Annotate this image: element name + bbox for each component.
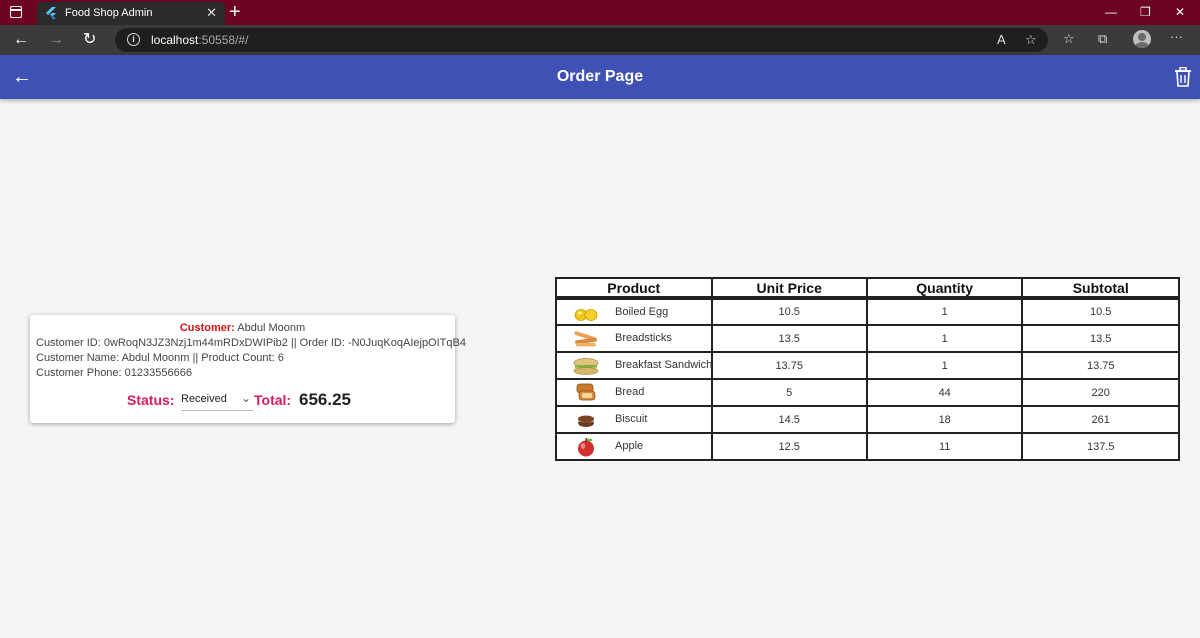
bread-icon [576,383,596,401]
product-cell: Apple [555,432,713,461]
chevron-down-icon: ⌄ [240,391,251,405]
boiled-egg-icon [574,308,598,321]
sandwich-icon [573,358,599,375]
tab-title: Food Shop Admin [65,7,153,19]
product-name: Bread [615,386,645,398]
name-count-line: Customer Name: Abdul Moonm || Product Co… [36,352,284,364]
quantity-cell: 1 [865,351,1024,380]
subtotal-cell: 220 [1021,378,1180,407]
address-bar[interactable]: i localhost:50558/#/ A ☆ [115,28,1048,52]
window-menu-icon[interactable] [10,6,22,18]
table-row: Boiled Egg 10.5 1 10.5 [555,297,1180,326]
add-favorite-icon[interactable]: ☆ [1025,31,1037,49]
customer-name: Abdul Moonm [237,322,306,334]
customer-line: Customer: Abdul Moonm [30,321,455,335]
header-quantity: Quantity [865,277,1024,299]
unit-price-cell: 13.75 [710,351,868,380]
product-cell: Breakfast Sandwich [555,351,713,380]
browser-back-icon[interactable]: ← [13,31,29,49]
minimize-icon[interactable]: — [1105,4,1117,20]
subtotal-cell: 10.5 [1021,297,1180,326]
table-row: Bread 5 44 220 [555,378,1180,407]
product-cell: Breadsticks [555,324,713,353]
quantity-cell: 11 [865,432,1024,461]
read-aloud-icon[interactable]: A [997,31,1006,49]
subtotal-cell: 13.5 [1021,324,1180,353]
product-name: Biscuit [615,413,648,425]
app-bar: ← Order Page [0,55,1200,99]
page-title: Order Page [556,68,644,85]
subtotal-cell: 13.75 [1021,351,1180,380]
table-row: Apple 12.5 11 137.5 [555,432,1180,461]
quantity-cell: 1 [865,297,1024,326]
tab-close-icon[interactable]: ✕ [206,5,217,21]
apple-icon [578,438,594,457]
product-cell: Biscuit [555,405,713,434]
table-row: Breadsticks 13.5 1 13.5 [555,324,1180,353]
order-items-table: Product Unit Price Quantity Subtotal Boi… [555,277,1180,461]
refresh-icon[interactable]: ↻ [83,31,96,49]
favorites-icon[interactable]: ☆ [1063,30,1075,48]
total-label: Total: [254,392,292,408]
product-name: Apple [615,440,644,452]
subtotal-cell: 137.5 [1021,432,1180,461]
total-value: 656.25 [299,390,351,409]
url-text[interactable]: localhost:50558/#/ [151,33,248,47]
product-name: Breadsticks [615,332,672,344]
breadsticks-icon [574,331,597,347]
delete-icon[interactable] [1174,67,1192,87]
browser-tab[interactable]: Food Shop Admin ✕ [37,2,225,25]
quantity-cell: 18 [865,405,1024,434]
product-cell: Bread [555,378,713,407]
collections-icon[interactable]: ⧉ [1098,30,1107,48]
quantity-cell: 1 [865,324,1024,353]
browser-forward-icon[interactable]: → [48,31,64,49]
id-line: Customer ID: 0wRoqN3JZ3Nzj1m44mRDxDWIPib… [36,337,466,349]
close-window-icon[interactable]: ✕ [1175,4,1185,20]
unit-price-cell: 12.5 [710,432,868,461]
header-unit-price: Unit Price [710,277,868,299]
phone-line: Customer Phone: 01233556666 [36,367,192,379]
status-dropdown[interactable]: Received ⌄ [181,390,253,411]
product-cell: Boiled Egg [555,297,713,326]
restore-icon[interactable]: ❐ [1140,4,1151,20]
unit-price-cell: 13.5 [710,324,868,353]
more-icon[interactable]: ··· [1170,28,1183,46]
unit-price-cell: 10.5 [710,297,868,326]
browser-toolbar: ← → ↻ i localhost:50558/#/ A ☆ ☆ ⧉ ··· [0,25,1200,55]
status-value: Received [181,393,227,405]
subtotal-cell: 261 [1021,405,1180,434]
customer-label: Customer: [179,322,235,334]
browser-tab-bar: Food Shop Admin ✕ + — ❐ ✕ [0,0,1200,25]
table-row: Breakfast Sandwich 13.75 1 13.75 [555,351,1180,380]
header-product: Product [555,277,713,299]
biscuit-icon [578,415,594,427]
status-label: Status: [127,392,175,408]
new-tab-icon[interactable]: + [229,1,241,23]
table-row: Biscuit 14.5 18 261 [555,405,1180,434]
product-name: Breakfast Sandwich [615,359,713,371]
unit-price-cell: 14.5 [710,405,868,434]
flutter-icon [46,7,56,19]
info-icon[interactable]: i [127,33,140,46]
profile-avatar[interactable] [1133,30,1151,48]
unit-price-cell: 5 [710,378,868,407]
order-card[interactable]: Customer: Abdul Moonm Customer ID: 0wRoq… [30,315,466,423]
header-subtotal: Subtotal [1021,277,1180,299]
table-header-row: Product Unit Price Quantity Subtotal [555,277,1180,299]
quantity-cell: 44 [865,378,1024,407]
product-name: Boiled Egg [615,305,669,318]
